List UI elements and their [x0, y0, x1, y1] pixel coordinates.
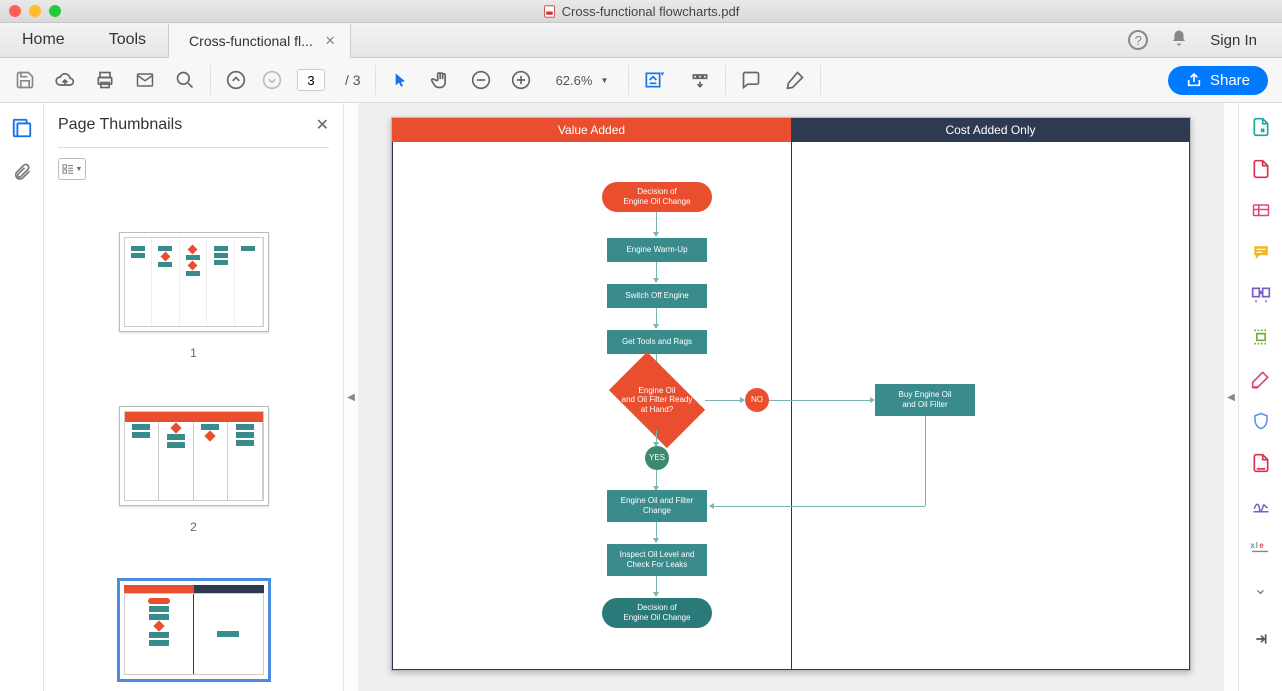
svg-text:e: e: [1259, 541, 1264, 550]
pointer-icon[interactable]: [390, 69, 412, 91]
svg-text:x: x: [1250, 541, 1255, 550]
swimlane-header-right: Cost Added Only: [791, 118, 1190, 142]
page-down-icon: [261, 69, 283, 91]
svg-text:l: l: [1255, 541, 1257, 550]
zoom-in-icon[interactable]: [510, 69, 532, 91]
collapse-panel-handle[interactable]: ◀: [344, 103, 358, 691]
flow-process: Inspect Oil Level and Check For Leaks: [607, 544, 707, 576]
page-thumbnail[interactable]: [119, 406, 269, 506]
create-pdf-icon[interactable]: [1249, 157, 1273, 181]
thumbnails-panel-icon[interactable]: [11, 117, 33, 139]
print-icon[interactable]: [94, 69, 116, 91]
protect-icon[interactable]: [1249, 409, 1273, 433]
zoom-select[interactable]: 62.6%▼: [550, 73, 615, 88]
close-tab-button[interactable]: ✕: [325, 33, 336, 49]
thumbnails-panel: Page Thumbnails ✕ ▼ 1: [44, 103, 344, 691]
highlight-icon[interactable]: [784, 69, 806, 91]
flow-connector-no: NO: [745, 388, 769, 412]
sign-icon[interactable]: [1249, 493, 1273, 517]
organize-icon[interactable]: [1249, 283, 1273, 307]
flow-process: Switch Off Engine: [607, 284, 707, 308]
attachments-icon[interactable]: [11, 161, 33, 183]
flow-process-buy: Buy Engine Oil and Oil Filter: [875, 384, 975, 416]
page-thumbnail-selected[interactable]: [119, 580, 269, 680]
window-titlebar: Cross-functional flowcharts.pdf: [0, 0, 1282, 23]
flow-connector-yes: YES: [645, 446, 669, 470]
cloud-upload-icon[interactable]: [54, 69, 76, 91]
page-up-icon[interactable]: [225, 69, 247, 91]
thumbnail-number: 1: [190, 346, 197, 360]
pdf-badge-icon: [543, 5, 556, 18]
document-page: Value Added Cost Added Only Decision of …: [391, 117, 1191, 671]
page-thumbnail[interactable]: [119, 232, 269, 332]
window-title: Cross-functional flowcharts.pdf: [562, 4, 740, 19]
page-number-input[interactable]: [297, 69, 325, 91]
search-icon[interactable]: [174, 69, 196, 91]
hand-icon[interactable]: [430, 69, 452, 91]
help-icon[interactable]: ?: [1128, 30, 1148, 50]
convert-icon[interactable]: xle: [1249, 535, 1273, 559]
flow-process: Engine Warm-Up: [607, 238, 707, 262]
mail-icon[interactable]: [134, 69, 156, 91]
document-tab-label: Cross-functional fl...: [189, 33, 313, 49]
right-toolbar: xle ⌄: [1238, 103, 1282, 691]
thumbnail-number: 2: [190, 520, 197, 534]
compress-icon[interactable]: [1249, 325, 1273, 349]
tab-home[interactable]: Home: [0, 23, 87, 57]
flow-decision: Engine Oil and Oil Filter Ready at Hand?: [622, 386, 693, 415]
redact-icon[interactable]: [1249, 367, 1273, 391]
expand-right-panel-handle[interactable]: ◀: [1224, 103, 1238, 691]
edit-pdf-icon[interactable]: [1249, 199, 1273, 223]
flow-end: Decision of Engine Oil Change: [602, 598, 712, 628]
panel-options-button[interactable]: ▼: [58, 158, 86, 180]
app-tabs: Home Tools Cross-functional fl... ✕ ? Si…: [0, 23, 1282, 58]
comment-icon[interactable]: [740, 69, 762, 91]
more-tools-icon[interactable]: ⌄: [1249, 577, 1273, 601]
panel-title: Page Thumbnails: [58, 116, 182, 134]
left-sidebar: [0, 103, 44, 691]
flow-process: Engine Oil and Filter Change: [607, 490, 707, 522]
scroll-mode-icon[interactable]: [689, 69, 711, 91]
document-tab[interactable]: Cross-functional fl... ✕: [168, 24, 351, 58]
save-icon[interactable]: [14, 69, 36, 91]
sign-in-button[interactable]: Sign In: [1210, 32, 1257, 49]
flow-start: Decision of Engine Oil Change: [602, 182, 712, 212]
share-button[interactable]: Share: [1168, 66, 1268, 95]
tab-tools[interactable]: Tools: [87, 23, 168, 57]
comment-tool-icon[interactable]: [1249, 241, 1273, 265]
main-toolbar: / 3 62.6%▼ ▾ Share: [0, 58, 1282, 103]
zoom-out-icon[interactable]: [470, 69, 492, 91]
collapse-right-icon[interactable]: [1249, 627, 1273, 651]
flow-process: Get Tools and Rags: [607, 330, 707, 354]
fill-sign-red-icon[interactable]: [1249, 451, 1273, 475]
export-pdf-icon[interactable]: [1249, 115, 1273, 139]
fit-width-icon[interactable]: ▾: [643, 69, 665, 91]
page-total-label: / 3: [345, 72, 361, 88]
swimlane-header-left: Value Added: [392, 118, 791, 142]
bell-icon[interactable]: [1170, 29, 1188, 52]
close-panel-button[interactable]: ✕: [316, 115, 329, 135]
document-canvas[interactable]: Value Added Cost Added Only Decision of …: [358, 103, 1224, 691]
